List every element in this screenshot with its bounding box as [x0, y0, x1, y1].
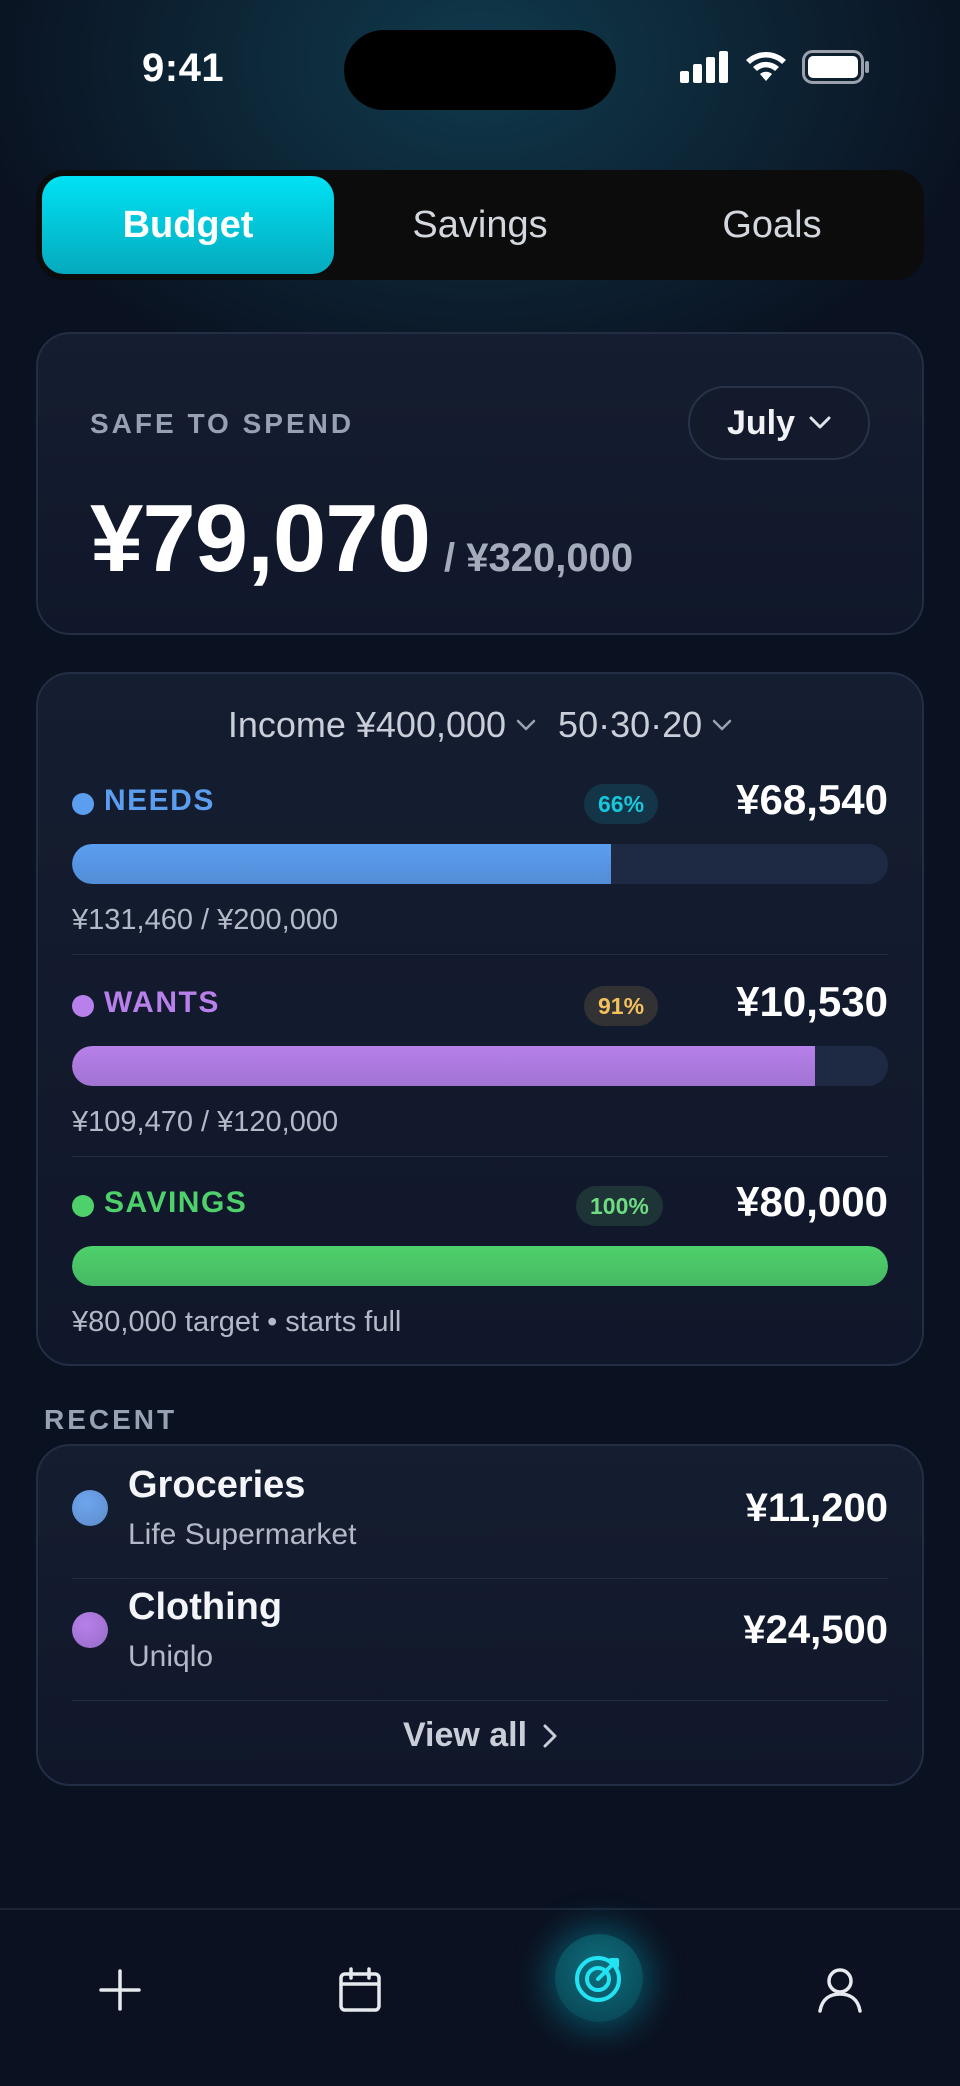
calendar-icon — [339, 1967, 381, 2012]
recent-section-label: RECENT — [44, 1404, 178, 1435]
category-amount: ¥68,540 — [736, 776, 888, 823]
status-bar: 9:41 — [0, 0, 960, 140]
chevron-down-icon — [809, 416, 831, 429]
transaction-amount: ¥24,500 — [743, 1608, 888, 1652]
category-savings[interactable]: SAVINGS 100% ¥80,000 ¥80,000 target • st… — [72, 1178, 888, 1380]
category-dot — [72, 793, 94, 815]
status-time: 9:41 — [142, 46, 225, 90]
plus-icon — [99, 1969, 141, 2011]
divider — [72, 1700, 888, 1701]
progress-fill — [72, 1046, 815, 1086]
view-all-link[interactable]: View all — [38, 1716, 922, 1755]
category-name: NEEDS — [104, 784, 215, 817]
profile-button[interactable] — [808, 1958, 872, 2022]
month-selector[interactable]: July — [688, 386, 870, 460]
bottom-nav — [0, 1908, 960, 2086]
percent-badge: 91% — [584, 986, 659, 1026]
battery-icon — [802, 50, 869, 84]
target-button[interactable] — [555, 1934, 643, 2022]
dynamic-island — [344, 30, 616, 110]
cellular-signal-icon — [680, 51, 728, 83]
wifi-icon — [746, 52, 786, 81]
chevron-down-icon — [712, 719, 732, 731]
tab-savings[interactable]: Savings — [334, 176, 626, 274]
income-label: Income ¥400,000 — [227, 704, 507, 745]
divider — [72, 954, 888, 955]
transaction-amount: ¥11,200 — [745, 1486, 888, 1530]
transaction-merchant: Life Supermarket — [128, 1518, 357, 1551]
recent-transactions-card: Groceries Life Supermarket ¥11,200 Cloth… — [36, 1444, 924, 1786]
category-wants[interactable]: WANTS 91% ¥10,530 ¥109,470 / ¥120,000 — [72, 978, 888, 1180]
budget-breakdown-card: Income ¥400,000 50·30·20 NEEDS 66% ¥68,5… — [36, 672, 924, 1366]
chevron-down-icon — [516, 719, 536, 731]
tab-budget[interactable]: Budget — [42, 176, 334, 274]
category-needs[interactable]: NEEDS 66% ¥68,540 ¥131,460 / ¥200,000 — [72, 776, 888, 978]
category-amount: ¥10,530 — [736, 978, 888, 1025]
safe-amount-row: ¥79,070 / ¥320,000 — [90, 484, 633, 594]
calendar-button[interactable] — [328, 1958, 392, 2022]
progress-fill — [72, 1246, 888, 1286]
transaction-title: Groceries — [128, 1464, 306, 1506]
add-button[interactable] — [88, 1958, 152, 2022]
category-name: SAVINGS — [104, 1186, 248, 1219]
tab-bar: Budget Savings Goals — [36, 170, 924, 280]
category-dot — [72, 1195, 94, 1217]
budget-total: / ¥320,000 — [444, 536, 634, 580]
category-detail: ¥131,460 / ¥200,000 — [72, 904, 339, 936]
transaction-row[interactable]: Clothing Uniqlo ¥24,500 — [72, 1568, 888, 1690]
safe-to-spend-label: SAFE TO SPEND — [90, 408, 355, 439]
rule-selector[interactable]: 50·30·20 — [558, 704, 732, 746]
percent-badge: 66% — [584, 784, 659, 824]
tab-goals[interactable]: Goals — [626, 176, 918, 274]
transaction-merchant: Uniqlo — [128, 1640, 214, 1673]
category-header: NEEDS 66% ¥68,540 — [72, 776, 888, 828]
status-icons — [680, 50, 870, 84]
income-row: Income ¥400,000 50·30·20 — [38, 704, 922, 746]
progress-fill — [72, 844, 611, 884]
chevron-right-icon — [543, 1724, 557, 1747]
income-selector[interactable]: Income ¥400,000 — [228, 704, 536, 746]
rule-label: 50·30·20 — [558, 704, 703, 745]
progress-track — [72, 1246, 888, 1286]
safe-amount: ¥79,070 — [90, 485, 431, 592]
transaction-dot — [72, 1612, 108, 1648]
transaction-row[interactable]: Groceries Life Supermarket ¥11,200 — [72, 1446, 888, 1568]
category-detail: ¥80,000 target • starts full — [72, 1306, 402, 1338]
divider — [72, 1156, 888, 1157]
progress-track — [72, 1046, 888, 1086]
category-name: WANTS — [104, 986, 220, 1019]
target-icon — [575, 1956, 621, 2002]
category-amount: ¥80,000 — [736, 1178, 888, 1225]
category-header: WANTS 91% ¥10,530 — [72, 978, 888, 1030]
month-label: July — [726, 403, 796, 442]
transaction-dot — [72, 1490, 108, 1526]
category-detail: ¥109,470 / ¥120,000 — [72, 1106, 339, 1138]
profile-icon — [818, 1968, 862, 2013]
category-header: SAVINGS 100% ¥80,000 — [72, 1178, 888, 1230]
safe-to-spend-card: SAFE TO SPEND July ¥79,070 / ¥320,000 — [36, 332, 924, 635]
percent-badge: 100% — [576, 1186, 663, 1226]
category-dot — [72, 995, 94, 1017]
view-all-label: View all — [402, 1716, 528, 1754]
progress-track — [72, 844, 888, 884]
transaction-title: Clothing — [128, 1586, 283, 1628]
